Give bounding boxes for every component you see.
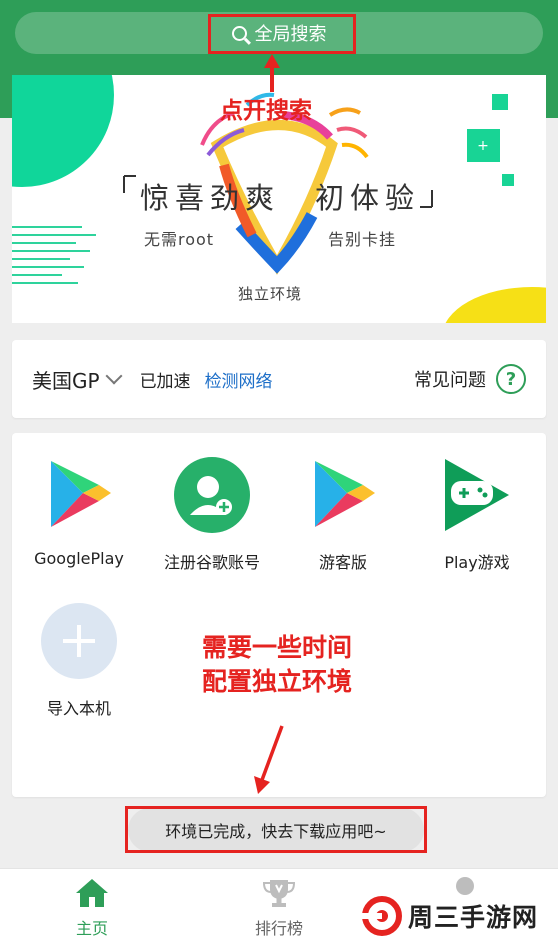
- promo-banner[interactable]: + 惊喜劲爽 初体验 无需root 告别卡挂 独立环境 点开搜索: [12, 75, 546, 323]
- tab-home-label: 主页: [75, 919, 108, 938]
- svg-text:+: +: [477, 138, 489, 154]
- app-label: Play游戏: [444, 553, 510, 572]
- add-google-account-icon: [174, 457, 250, 533]
- app-label: 游客版: [318, 553, 367, 572]
- time-annotation-line-1: 需要一些时间: [202, 633, 353, 662]
- status-message: 环境已完成，快去下载应用吧~: [128, 808, 424, 852]
- watermark-text: 周三手游网: [408, 903, 539, 932]
- region-card: 美国GP 已加速 检测网络 常见问题 ?: [12, 340, 546, 418]
- watermark-logo-icon: [362, 896, 402, 936]
- annotation-arrow-down: [254, 725, 284, 794]
- tab-more-icon[interactable]: [456, 877, 474, 895]
- app-label: GooglePlay: [34, 549, 124, 568]
- chevron-down-icon[interactable]: [105, 367, 123, 385]
- banner-sub-left: 无需root: [144, 230, 215, 249]
- play-games-icon: [445, 459, 509, 531]
- question-icon[interactable]: ?: [496, 364, 526, 394]
- banner-headline-left: 惊喜劲爽: [140, 181, 281, 215]
- region-select[interactable]: 美国GP: [32, 365, 100, 394]
- global-search-bar[interactable]: 全局搜索: [15, 12, 543, 54]
- tab-home[interactable]: 主页: [42, 877, 142, 939]
- app-register-google[interactable]: 注册谷歌账号: [147, 455, 277, 573]
- plus-icon: [41, 603, 117, 679]
- tab-ranking-label: 排行榜: [254, 919, 303, 938]
- tab-ranking[interactable]: 排行榜: [229, 877, 329, 939]
- banner-headline-right: 初体验: [314, 181, 420, 215]
- app-guest[interactable]: 游客版: [278, 455, 408, 573]
- faq-label[interactable]: 常见问题: [414, 366, 486, 392]
- app-label: 导入本机: [46, 699, 111, 718]
- home-icon: [76, 879, 108, 907]
- app-import-local[interactable]: 导入本机: [14, 601, 144, 719]
- time-annotation: 需要一些时间 配置独立环境: [202, 631, 352, 699]
- search-annotation: 点开搜索: [220, 98, 312, 124]
- watermark: 周三手游网: [362, 896, 538, 936]
- google-play-guest-icon: [315, 461, 375, 527]
- check-network-link[interactable]: 检测网络: [205, 367, 273, 392]
- time-annotation-line-2: 配置独立环境: [202, 667, 353, 696]
- google-play-icon: [51, 461, 111, 527]
- search-label: 全局搜索: [254, 24, 327, 45]
- banner-sub-right: 告别卡挂: [328, 230, 397, 249]
- annotation-arrow-up: [264, 54, 280, 92]
- app-label: 注册谷歌账号: [163, 553, 260, 572]
- trophy-icon: [262, 880, 296, 907]
- search-icon: [231, 25, 247, 41]
- app-googleplay[interactable]: GooglePlay: [14, 455, 144, 568]
- banner-headline: 惊喜劲爽 初体验: [140, 175, 420, 217]
- status-message-text: 环境已完成，快去下载应用吧~: [165, 822, 387, 841]
- accel-status: 已加速: [139, 371, 191, 392]
- banner-sub-bottom: 独立环境: [238, 285, 303, 303]
- app-play-games[interactable]: Play游戏: [412, 455, 542, 573]
